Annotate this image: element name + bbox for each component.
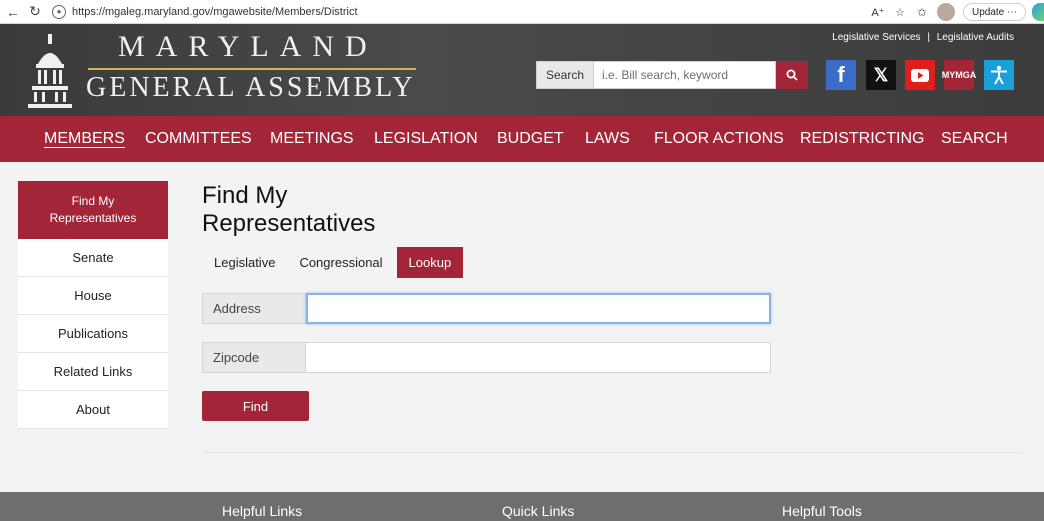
members-sidebar: Find My Representatives Senate House Pub…: [18, 181, 168, 429]
sidebar-item-senate[interactable]: Senate: [18, 239, 168, 277]
tab-congressional[interactable]: Congressional: [287, 247, 394, 278]
utility-links: Legislative Services | Legislative Audit…: [830, 32, 1016, 43]
browser-toolbar: ← ↻ ● https://mgaleg.maryland.gov/mgaweb…: [0, 0, 1044, 24]
main-content: Find My Representatives Senate House Pub…: [0, 162, 1044, 492]
zipcode-field[interactable]: [306, 342, 771, 373]
lookup-tabs: Legislative Congressional Lookup: [202, 247, 464, 278]
edge-sidebar-icon[interactable]: [1032, 3, 1044, 21]
nav-redistricting[interactable]: REDISTRICTING: [800, 130, 924, 148]
tab-legislative[interactable]: Legislative: [202, 247, 287, 278]
utility-separator: |: [927, 32, 930, 43]
sidebar-item-find-my-representatives[interactable]: Find My Representatives: [18, 181, 168, 239]
mga-line1: MY: [941, 69, 956, 80]
update-label: Update: [971, 6, 1005, 18]
footer-helpful-links: Helpful Links: [222, 503, 303, 519]
content-divider: [202, 452, 1022, 453]
my-mga-icon[interactable]: MY MGA: [941, 60, 977, 90]
youtube-icon[interactable]: [905, 60, 935, 90]
refresh-icon[interactable]: ↻: [24, 1, 46, 23]
legislative-audits-link[interactable]: Legislative Audits: [937, 32, 1014, 43]
sidebar-item-publications[interactable]: Publications: [18, 315, 168, 353]
address-row: Address: [202, 293, 771, 324]
address-label: Address: [202, 293, 306, 324]
address-bar[interactable]: ● https://mgaleg.maryland.gov/mgawebsite…: [52, 2, 612, 22]
find-button[interactable]: Find: [202, 391, 309, 421]
search-icon: [786, 69, 798, 81]
site-footer: Helpful Links Quick Links Helpful Tools: [0, 492, 1044, 521]
update-button[interactable]: Update ⋯: [962, 3, 1026, 21]
zipcode-label: Zipcode: [202, 342, 306, 373]
lock-icon: ●: [52, 4, 66, 19]
x-twitter-icon[interactable]: 𝕏: [866, 60, 896, 90]
accessibility-figure-icon: [991, 65, 1007, 85]
mga-line2: MGA: [955, 69, 977, 80]
logo-divider: [88, 68, 416, 70]
search-label: Search: [536, 61, 594, 89]
site-search: Search: [536, 61, 808, 89]
read-aloud-icon[interactable]: A⁺: [867, 2, 889, 22]
nav-budget[interactable]: BUDGET: [497, 130, 564, 148]
nav-committees[interactable]: COMMITTEES: [145, 130, 252, 148]
url-text: https://mgaleg.maryland.gov/mgawebsite/M…: [72, 5, 358, 18]
play-icon: [911, 68, 929, 82]
legislative-services-link[interactable]: Legislative Services: [832, 32, 920, 43]
tab-lookup[interactable]: Lookup: [396, 247, 464, 278]
sidebar-item-about[interactable]: About: [18, 391, 168, 429]
nav-legislation[interactable]: LEGISLATION: [374, 130, 478, 148]
zipcode-row: Zipcode: [202, 342, 771, 373]
logo-maryland[interactable]: MARYLAND: [118, 30, 378, 64]
profile-avatar[interactable]: [936, 3, 955, 21]
sidebar-item-related-links[interactable]: Related Links: [18, 353, 168, 391]
page-title: Find My Representatives: [202, 182, 376, 237]
address-field[interactable]: [306, 293, 771, 324]
nav-members[interactable]: MEMBERS: [44, 130, 125, 148]
nav-meetings[interactable]: MEETINGS: [270, 130, 354, 148]
nav-search[interactable]: SEARCH: [941, 130, 1008, 148]
favorites-icon[interactable]: ✩: [911, 2, 933, 22]
accessibility-icon[interactable]: [984, 60, 1014, 90]
logo-general-assembly[interactable]: GENERAL ASSEMBLY: [86, 72, 416, 104]
facebook-icon[interactable]: f: [826, 60, 856, 90]
footer-quick-links: Quick Links: [502, 503, 575, 519]
sidebar-item-house[interactable]: House: [18, 277, 168, 315]
back-icon[interactable]: ←: [2, 1, 24, 23]
nav-floor-actions[interactable]: FLOOR ACTIONS: [654, 130, 784, 148]
search-input[interactable]: [594, 61, 776, 89]
main-navigation: MEMBERS COMMITTEES MEETINGS LEGISLATION …: [0, 116, 1044, 162]
nav-laws[interactable]: LAWS: [585, 130, 630, 148]
favorite-star-icon[interactable]: ☆: [889, 2, 911, 22]
search-button[interactable]: [776, 61, 808, 89]
site-header: MARYLAND GENERAL ASSEMBLY Legislative Se…: [0, 24, 1044, 116]
state-house-dome-icon: [28, 34, 72, 108]
footer-helpful-tools: Helpful Tools: [782, 503, 862, 519]
